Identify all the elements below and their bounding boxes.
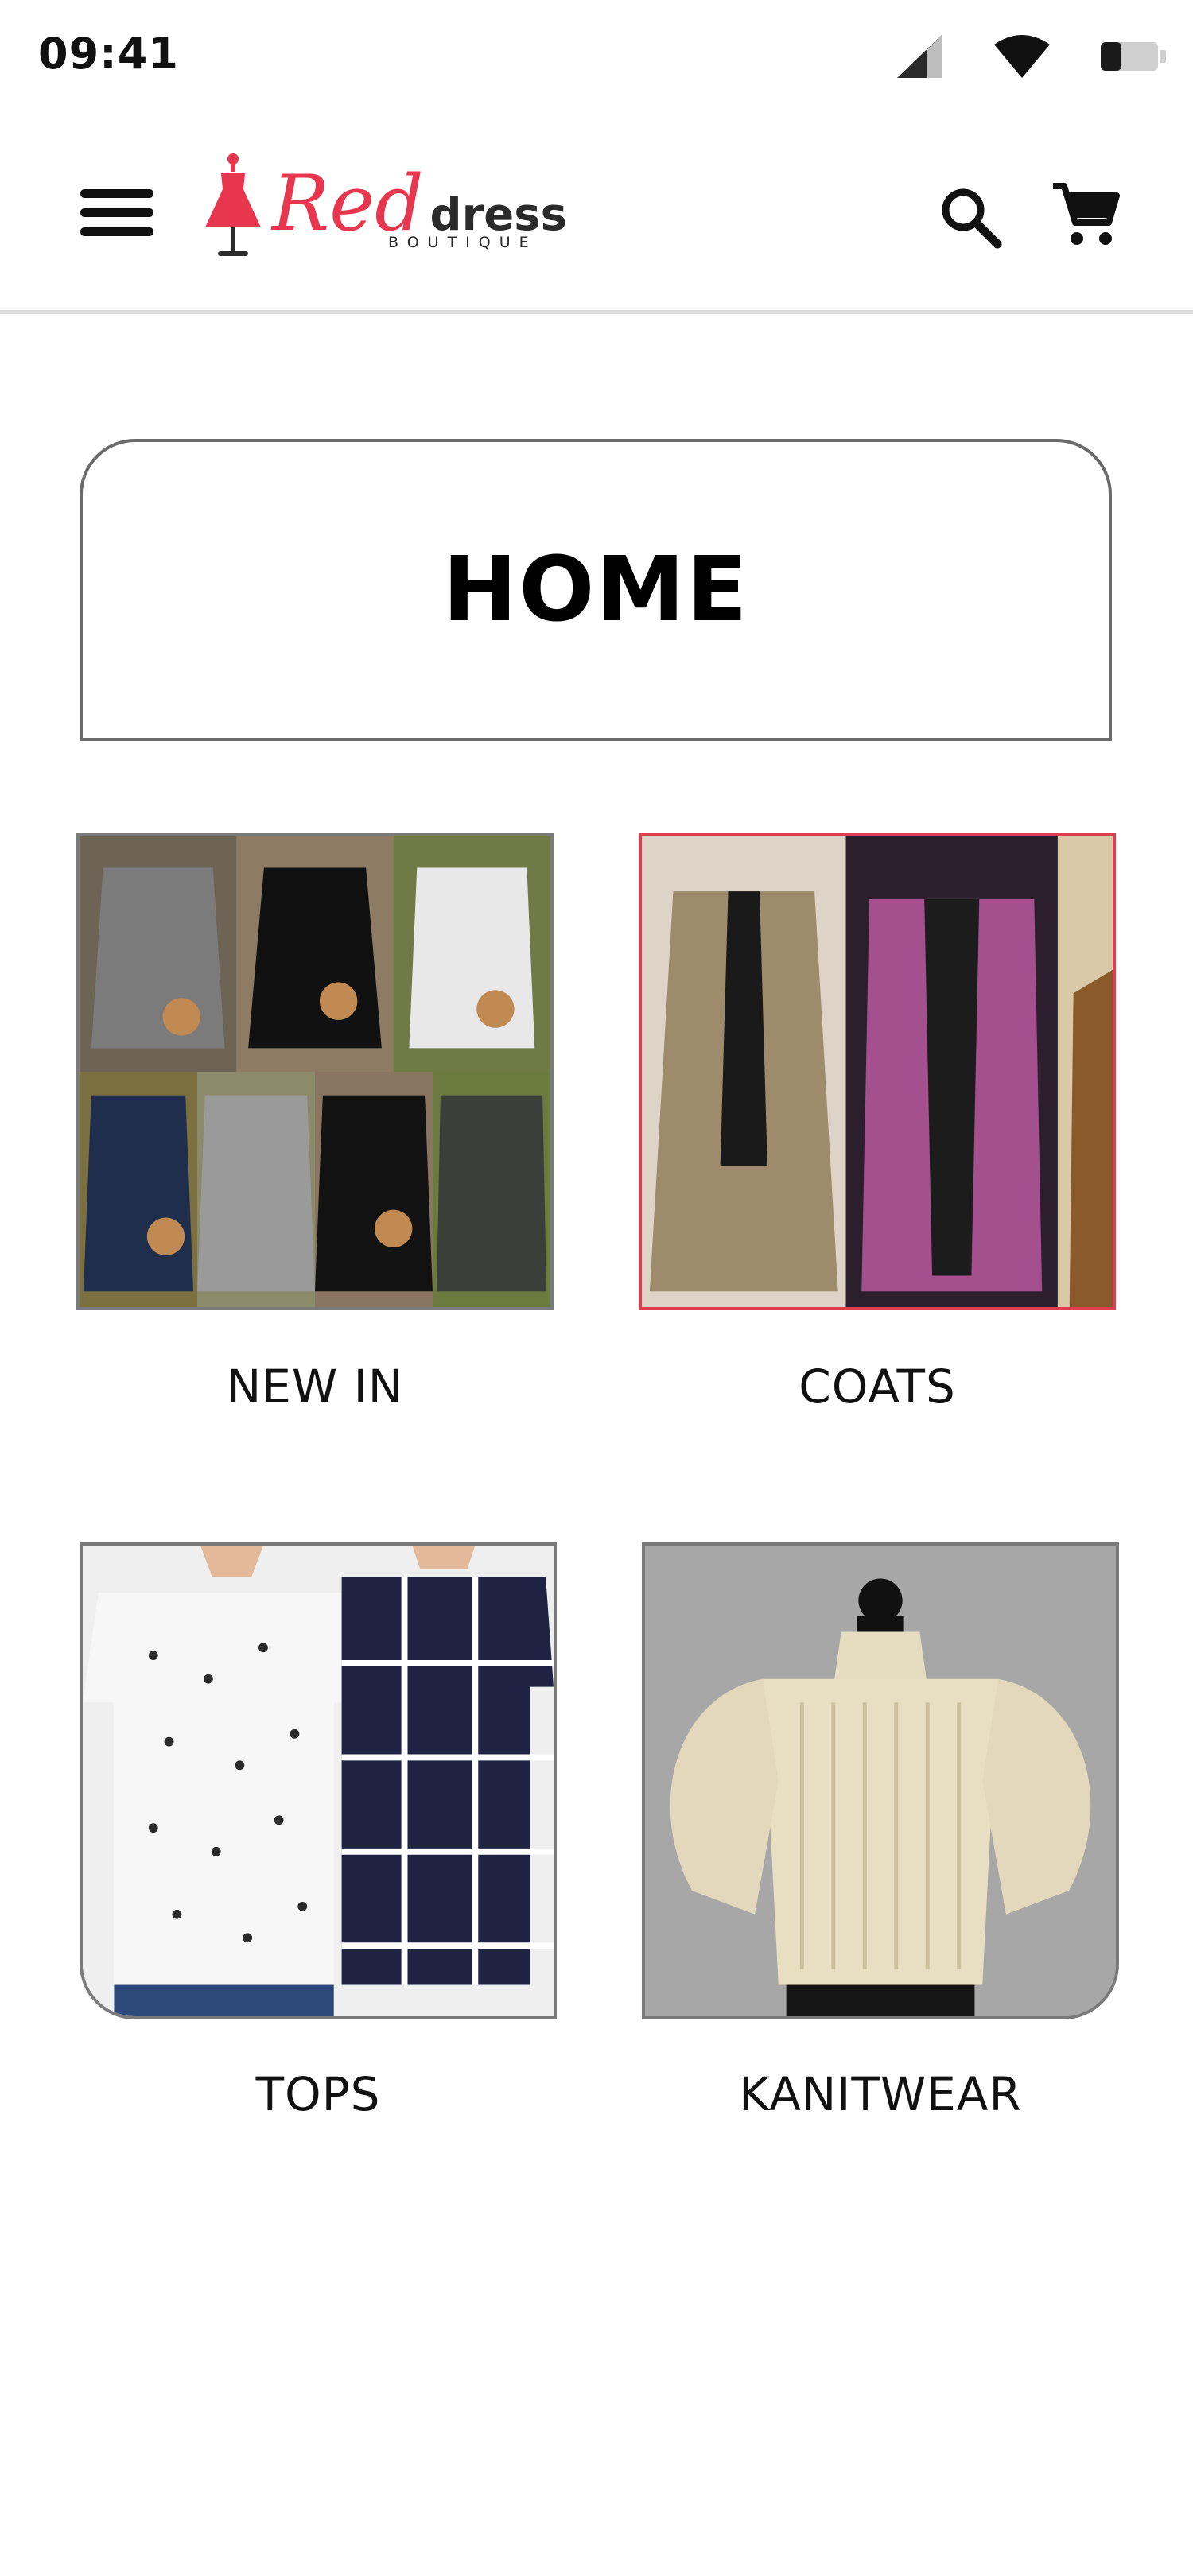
category-label-tops[interactable]: TOPS <box>80 2067 557 2121</box>
cart-button[interactable] <box>1046 177 1125 256</box>
tops-image <box>83 1546 554 2016</box>
category-label-new-in[interactable]: NEW IN <box>76 1360 554 1414</box>
logo-wordmark: Red dress <box>272 165 567 242</box>
page-title: HOME <box>442 538 749 642</box>
app-bar: Red dress BOUTIQUE <box>0 111 1193 314</box>
battery-icon <box>1099 39 1168 78</box>
brand-logo[interactable]: Red dress BOUTIQUE <box>199 151 567 270</box>
category-tile-new-in[interactable] <box>76 833 554 1310</box>
menu-button[interactable] <box>73 179 161 250</box>
search-icon <box>938 185 1002 253</box>
coats-image <box>642 836 1113 1307</box>
knitwear-image <box>645 1546 1116 2016</box>
category-tile-coats[interactable] <box>639 833 1116 1310</box>
status-time: 09:41 <box>38 29 179 79</box>
wifi-icon <box>993 33 1051 83</box>
home-banner: HOME <box>80 439 1112 741</box>
category-tile-knitwear[interactable] <box>642 1542 1119 2019</box>
category-label-knitwear[interactable]: KANITWEAR <box>642 2067 1119 2121</box>
logo-word-dress: dress <box>429 189 567 241</box>
category-tile-tops[interactable] <box>80 1542 557 2019</box>
search-button[interactable] <box>931 179 1010 258</box>
new-in-image <box>80 836 550 1307</box>
status-icons <box>894 32 1168 84</box>
status-bar: 09:41 <box>0 0 1193 111</box>
dress-form-icon <box>199 151 267 266</box>
hamburger-menu-icon <box>79 186 155 244</box>
logo-word-red: Red <box>272 159 424 248</box>
signal-icon <box>894 32 945 85</box>
shopping-cart-icon <box>1051 181 1120 252</box>
category-label-coats[interactable]: COATS <box>639 1360 1116 1414</box>
logo-tagline: BOUTIQUE <box>388 234 538 251</box>
